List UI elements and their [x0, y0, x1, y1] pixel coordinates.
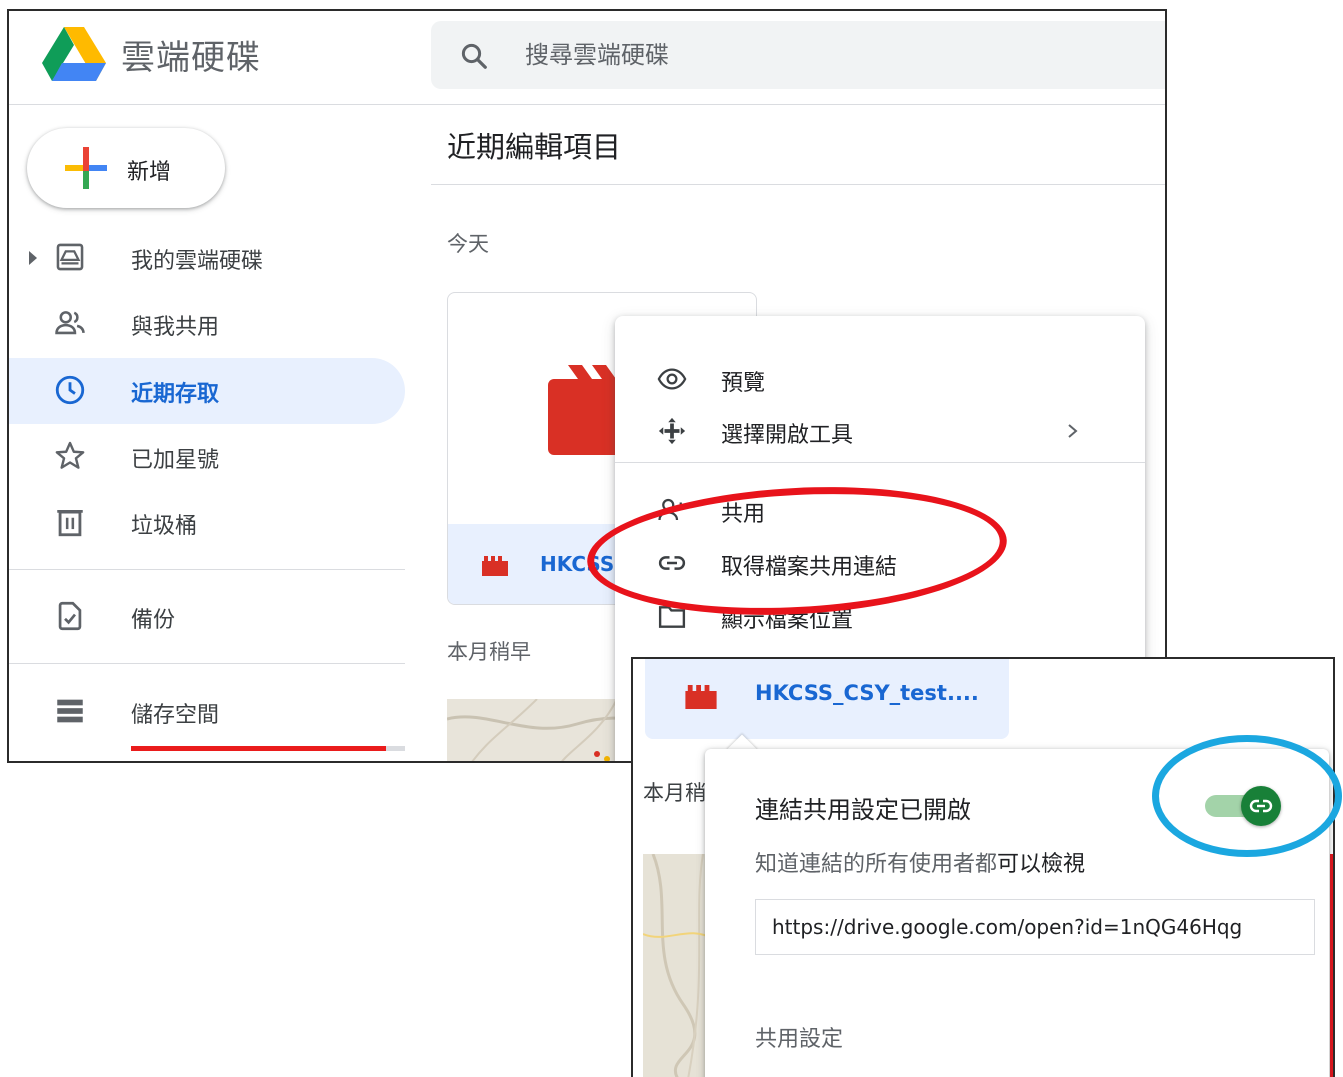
video-file-icon — [685, 685, 717, 709]
plus-icon — [65, 147, 107, 189]
menu-item-label: 選擇開啟工具 — [721, 423, 854, 448]
section-title: 近期編輯項目 — [447, 130, 622, 164]
storage-icon — [57, 699, 83, 723]
eye-icon — [657, 368, 687, 390]
trash-icon — [57, 509, 83, 537]
share-link-field[interactable] — [755, 899, 1315, 955]
link-access-level[interactable]: 可以檢視 — [997, 852, 1085, 877]
new-button-label: 新增 — [127, 160, 172, 185]
storage-usage-fill — [131, 746, 386, 751]
new-button[interactable]: 新增 — [27, 128, 225, 208]
section-divider — [431, 184, 1165, 185]
sidebar-item-shared-with-me[interactable]: 與我共用 — [9, 291, 405, 357]
sidebar-divider — [9, 663, 405, 664]
sidebar-item-recent[interactable]: 近期存取 — [9, 358, 405, 424]
app-title: 雲端硬碟 — [121, 38, 261, 78]
link-access-prefix: 知道連結的所有使用者都 — [755, 852, 998, 877]
search-bar[interactable] — [431, 21, 1165, 89]
share-link-window: HKCSS_CSY_test.... 本月稍早 連結共用設定已開啟 知道連結的所… — [631, 657, 1335, 1077]
blue-highlight-annotation — [1152, 735, 1342, 857]
link-access-description: 知道連結的所有使用者都可以檢視 — [755, 846, 1085, 878]
sidebar-item-storage[interactable]: 儲存空間 — [9, 679, 405, 745]
menu-item-preview[interactable]: 預覽 — [615, 353, 1145, 405]
sidebar-divider — [9, 569, 405, 570]
search-input[interactable] — [525, 35, 1085, 75]
menu-item-open-with[interactable]: 選擇開啟工具 — [615, 405, 1145, 457]
sidebar-item-label: 垃圾桶 — [131, 514, 198, 539]
storage-usage-bar — [131, 746, 405, 751]
sidebar-item-label: 我的雲端硬碟 — [131, 249, 264, 274]
people-icon — [55, 311, 85, 335]
sidebar-item-label: 儲存空間 — [131, 703, 220, 728]
chevron-right-icon — [1068, 424, 1078, 438]
backup-icon — [58, 601, 82, 631]
google-drive-logo[interactable] — [42, 27, 106, 81]
sidebar-item-starred[interactable]: 已加星號 — [9, 424, 405, 490]
sidebar-item-label: 備份 — [131, 608, 176, 633]
clock-icon — [55, 375, 85, 405]
expand-caret-icon[interactable] — [29, 251, 37, 265]
menu-divider — [615, 462, 1145, 463]
sidebar-item-label: 近期存取 — [131, 382, 220, 407]
file-name: HKCSS_CSY_test.... — [755, 681, 979, 705]
star-icon — [55, 441, 85, 469]
link-sharing-status-title: 連結共用設定已開啟 — [755, 796, 971, 824]
sharing-settings-link[interactable]: 共用設定 — [755, 1021, 843, 1053]
search-icon[interactable] — [459, 41, 489, 71]
map-file-thumbnail[interactable] — [643, 854, 713, 1077]
sidebar-item-backup[interactable]: 備份 — [9, 584, 405, 650]
open-with-icon — [658, 417, 686, 445]
background-edge-strip — [1330, 854, 1333, 1077]
menu-item-label: 預覽 — [721, 371, 766, 396]
sidebar-item-label: 與我共用 — [131, 315, 220, 340]
video-file-icon — [482, 556, 508, 576]
group-label-earlier-this-month: 本月稍早 — [447, 640, 531, 664]
group-label-today: 今天 — [447, 232, 489, 256]
my-drive-icon — [56, 243, 84, 271]
header-divider — [9, 104, 1165, 105]
sidebar-item-my-drive[interactable]: 我的雲端硬碟 — [9, 225, 405, 291]
drive-window: 雲端硬碟 新增 我的雲端硬碟 — [7, 9, 1167, 763]
selected-file-chip[interactable]: HKCSS_CSY_test.... — [645, 659, 1009, 739]
sidebar-item-trash[interactable]: 垃圾桶 — [9, 490, 405, 556]
sidebar-item-label: 已加星號 — [131, 448, 220, 473]
